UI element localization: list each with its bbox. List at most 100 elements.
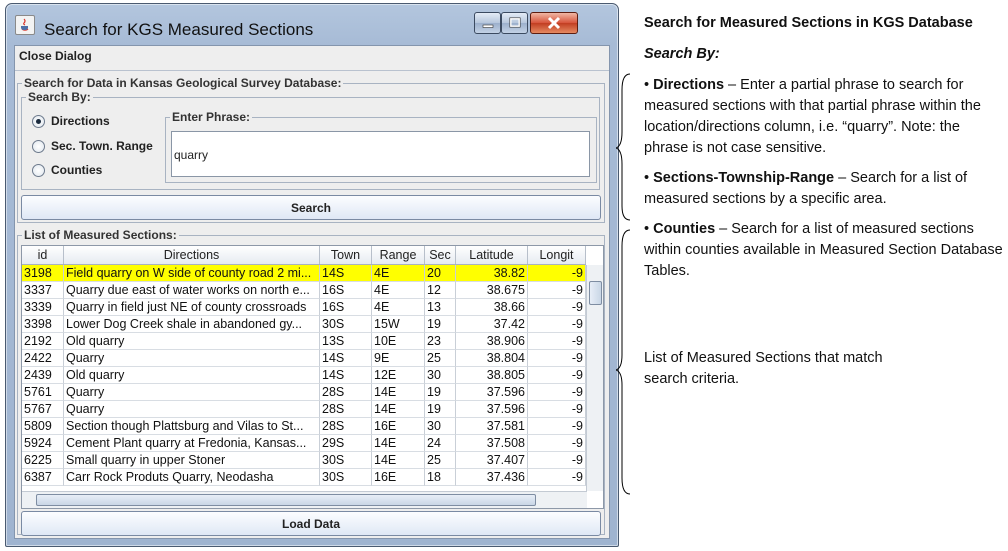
cell-latitude: 38.675 [456, 282, 528, 299]
notes-counties-bullet: • [644, 221, 654, 237]
close-icon [547, 16, 561, 30]
table-row[interactable]: 3398 Lower Dog Creek shale in abandoned g… [22, 316, 586, 333]
title-bar[interactable]: Search for KGS Measured Sections [6, 4, 618, 44]
column-header-town[interactable]: Town [320, 246, 372, 264]
cell-directions: Quarry [64, 384, 320, 401]
cell-longitude: -9 [528, 401, 586, 418]
cell-sec: 23 [425, 333, 456, 350]
cell-longitude: -9 [528, 435, 586, 452]
column-header-latitude[interactable]: Latitude [456, 246, 528, 264]
cell-latitude: 38.804 [456, 350, 528, 367]
table-row[interactable]: 3337 Quarry due east of water works on no… [22, 282, 586, 299]
cell-town: 14S [320, 350, 372, 367]
load-data-button[interactable]: Load Data [21, 511, 601, 536]
radio-directions-label: Directions [51, 114, 110, 128]
window-title: Search for KGS Measured Sections [44, 20, 314, 39]
table-row[interactable]: 2439 Old quarry 14S 12E 30 38.805 -9 [22, 367, 586, 384]
search-button[interactable]: Search [21, 195, 601, 220]
minimize-button[interactable] [474, 12, 501, 34]
cell-town: 14S [320, 265, 372, 282]
list-group-label: List of Measured Sections: [22, 228, 179, 242]
phrase-input[interactable]: quarry [171, 131, 590, 177]
notes-directions-bullet: • [644, 77, 654, 93]
column-header-sec[interactable]: Sec [425, 246, 456, 264]
cell-range: 14E [372, 452, 425, 469]
dialog-content: Close Dialog Search for Data in Kansas G… [14, 45, 610, 539]
radio-counties-indicator[interactable] [32, 163, 45, 177]
table-row[interactable]: 3198 Field quarry on W side of county roa… [22, 265, 586, 282]
cell-directions: Carr Rock Produts Quarry, Neodasha [64, 469, 320, 486]
table-row[interactable]: 5761 Quarry 28S 14E 19 37.596 -9 [22, 384, 586, 401]
column-header-range[interactable]: Range [372, 246, 425, 264]
radio-sec-town-range-indicator[interactable] [32, 139, 45, 153]
cell-town: 30S [320, 452, 372, 469]
horizontal-scroll-thumb[interactable] [36, 494, 536, 506]
cell-latitude: 37.596 [456, 384, 528, 401]
column-header-id[interactable]: id [22, 246, 64, 264]
enter-phrase-label: Enter Phrase: [170, 110, 253, 124]
notes-counties: • Counties – Search for a list of measur… [644, 219, 1004, 282]
table-row[interactable]: 2422 Quarry 14S 9E 25 38.804 -9 [22, 350, 586, 367]
cell-town: 30S [320, 316, 372, 333]
cell-latitude: 38.82 [456, 265, 528, 282]
table-row[interactable]: 6387 Carr Rock Produts Quarry, Neodasha 30… [22, 469, 586, 486]
table-row[interactable]: 6225 Small quarry in upper Stoner 30S 14E 25… [22, 452, 586, 469]
cell-latitude: 38.805 [456, 367, 528, 384]
cell-range: 14E [372, 435, 425, 452]
table-row[interactable]: 5809 Section though Plattsburg and Vilas … [22, 418, 586, 435]
vertical-scrollbar[interactable] [586, 265, 603, 491]
column-header-longitude[interactable]: Longit [528, 246, 586, 264]
cell-sec: 19 [425, 384, 456, 401]
cell-town: 13S [320, 333, 372, 350]
cell-directions: Small quarry in upper Stoner [64, 452, 320, 469]
cell-range: 4E [372, 299, 425, 316]
cell-range: 10E [372, 333, 425, 350]
enter-phrase-group: Enter Phrase: quarry [165, 110, 597, 183]
cell-longitude: -9 [528, 282, 586, 299]
notes-directions: • Directions – Enter a partial phrase to… [644, 75, 1004, 159]
cell-range: 12E [372, 367, 425, 384]
cell-range: 4E [372, 282, 425, 299]
notes-heading: Search for Measured Sections in KGS Data… [644, 15, 973, 31]
cell-id: 3337 [22, 282, 64, 299]
notes-directions-term: Directions [653, 77, 725, 93]
notes-str-bullet: • [644, 170, 654, 186]
cell-sec: 18 [425, 469, 456, 486]
cell-latitude: 37.42 [456, 316, 528, 333]
list-group: List of Measured Sections: id Directions… [17, 228, 605, 536]
table-row[interactable]: 5767 Quarry 28S 14E 19 37.596 -9 [22, 401, 586, 418]
maximize-icon [509, 17, 520, 28]
cell-town: 16S [320, 282, 372, 299]
radio-sec-town-range-label: Sec. Town. Range [51, 139, 153, 153]
close-dialog-menu[interactable]: Close Dialog [19, 49, 92, 63]
column-header-directions[interactable]: Directions [64, 246, 320, 264]
cell-range: 9E [372, 350, 425, 367]
table-row[interactable]: 3339 Quarry in field just NE of county cr… [22, 299, 586, 316]
measured-sections-table[interactable]: id Directions Town Range Sec Latitude Lo… [21, 245, 604, 509]
notes-list: List of Measured Sections that match sea… [644, 350, 883, 387]
cell-latitude: 38.66 [456, 299, 528, 316]
menu-separator [15, 70, 609, 71]
table-row[interactable]: 5924 Cement Plant quarry at Fredonia, Kan… [22, 435, 586, 452]
cell-sec: 12 [425, 282, 456, 299]
cell-range: 14E [372, 384, 425, 401]
java-app-icon [15, 15, 35, 35]
cell-sec: 30 [425, 418, 456, 435]
cell-range: 4E [372, 265, 425, 282]
table-body: 3198 Field quarry on W side of county roa… [22, 265, 586, 486]
cell-id: 2192 [22, 333, 64, 350]
table-header: id Directions Town Range Sec Latitude Lo… [22, 246, 586, 265]
cell-id: 5767 [22, 401, 64, 418]
horizontal-scrollbar[interactable] [22, 491, 587, 508]
close-window-button[interactable] [530, 12, 578, 34]
vertical-scroll-thumb[interactable] [589, 281, 602, 305]
cell-longitude: -9 [528, 384, 586, 401]
table-row[interactable]: 2192 Old quarry 13S 10E 23 38.906 -9 [22, 333, 586, 350]
maximize-button[interactable] [501, 12, 528, 34]
radio-directions[interactable]: Directions [32, 114, 110, 128]
cell-latitude: 37.508 [456, 435, 528, 452]
radio-counties[interactable]: Counties [32, 163, 102, 177]
cell-sec: 13 [425, 299, 456, 316]
radio-sec-town-range[interactable]: Sec. Town. Range [32, 139, 153, 153]
radio-directions-indicator[interactable] [32, 114, 45, 128]
